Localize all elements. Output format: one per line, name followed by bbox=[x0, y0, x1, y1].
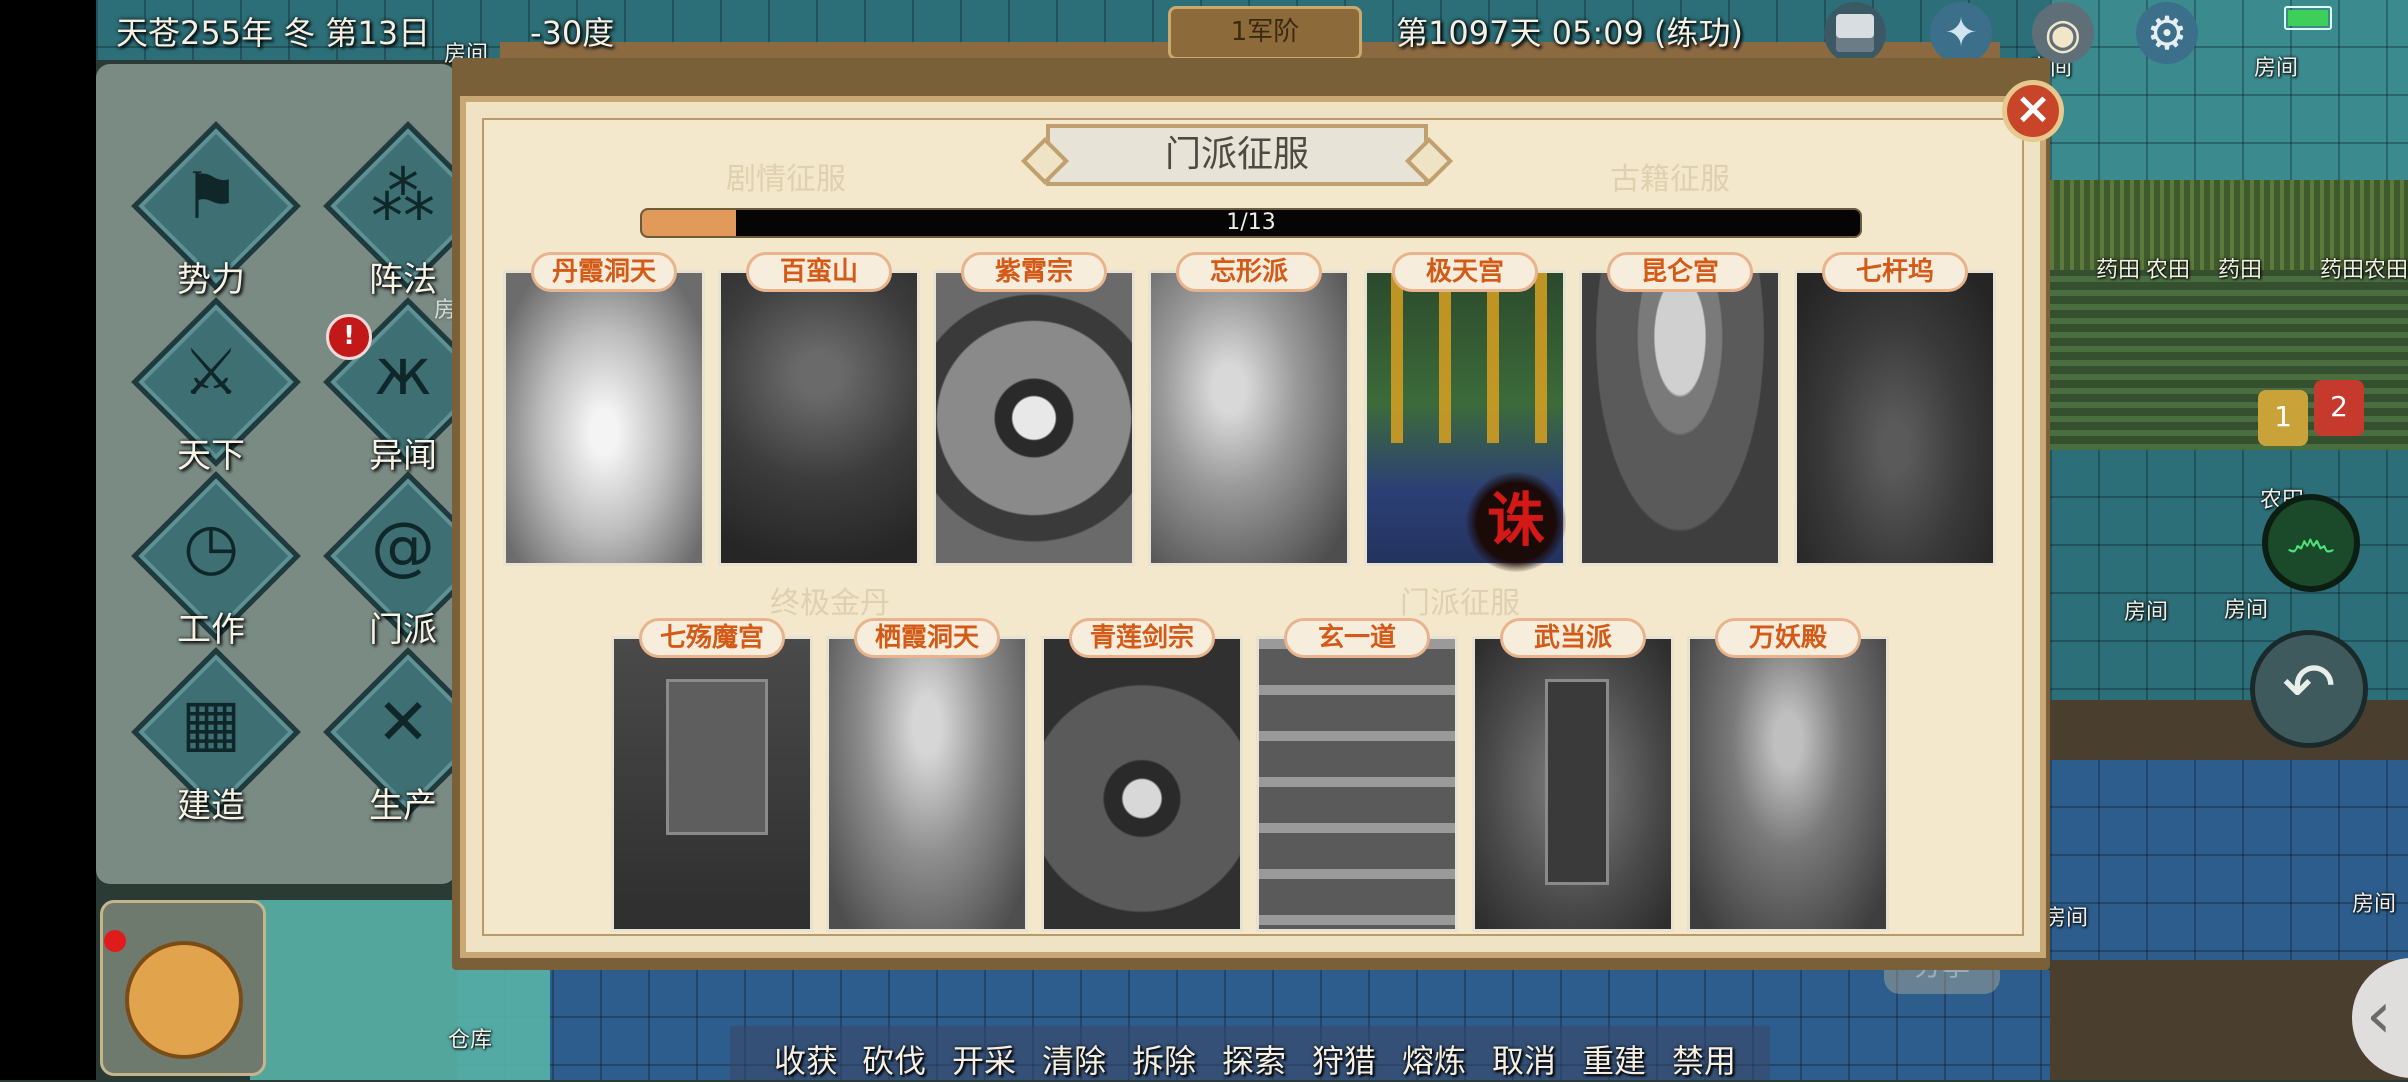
sect-card-qiqian[interactable] bbox=[1794, 270, 1996, 566]
rank-banner[interactable]: 1军阶 bbox=[1168, 6, 1362, 60]
room-label: 房间 bbox=[2044, 906, 2089, 931]
back-button[interactable]: ↶ bbox=[2250, 630, 2368, 748]
temperature: -30度 bbox=[530, 14, 615, 52]
room-label: 房间 bbox=[2352, 892, 2397, 917]
map-icon: ✦ bbox=[1944, 10, 1978, 56]
plaque-decoration bbox=[1545, 679, 1609, 885]
room-label: 房间 bbox=[2124, 600, 2169, 625]
farm-label: 药田 bbox=[2320, 258, 2365, 283]
action-rebuild[interactable]: 重建 bbox=[1582, 1036, 1646, 1082]
gourd-icon bbox=[125, 941, 243, 1059]
room-label: 房间 bbox=[2254, 56, 2299, 81]
sect-name: 忘形派 bbox=[1176, 252, 1322, 292]
day-time: 第1097天 05:09 (练功) bbox=[1396, 14, 1743, 52]
farm-label: 农田 bbox=[2146, 258, 2191, 283]
menu-gongzuo[interactable]: ◷ 工作 bbox=[126, 471, 301, 652]
banner-icon: ⚑ bbox=[182, 160, 240, 234]
gear-icon: ⚙ bbox=[2146, 6, 2188, 60]
sect-name: 玄一道 bbox=[1284, 618, 1430, 658]
farm-label: 药田 bbox=[2096, 258, 2141, 283]
build-icon: ▦ bbox=[180, 686, 242, 760]
sect-name: 青莲剑宗 bbox=[1069, 618, 1215, 658]
progress-text: 1/13 bbox=[1226, 210, 1276, 235]
action-mine[interactable]: 开采 bbox=[952, 1036, 1016, 1082]
sect-name: 七杆坞 bbox=[1822, 252, 1968, 292]
ghost-tab: 终极金丹 bbox=[770, 586, 890, 621]
room-label: 房间 bbox=[2224, 598, 2269, 623]
action-disable[interactable]: 禁用 bbox=[1672, 1036, 1736, 1082]
ghost-tab: 古籍征服 bbox=[1610, 162, 1730, 197]
sect-card-qixia[interactable] bbox=[826, 636, 1028, 932]
settings-button[interactable]: ⚙ bbox=[2136, 2, 2198, 64]
sect-card-danxia[interactable] bbox=[503, 270, 705, 566]
task-bubble-2[interactable]: 2 bbox=[2314, 380, 2364, 436]
conquered-seal: 诛 bbox=[1466, 472, 1566, 572]
sect-name: 昆仑宫 bbox=[1607, 252, 1753, 292]
close-button[interactable]: × bbox=[2002, 80, 2064, 142]
sect-name: 丹霞洞天 bbox=[531, 252, 677, 292]
sect-card-qishang[interactable] bbox=[611, 636, 813, 932]
room-floor bbox=[2050, 0, 2408, 200]
sect-card-baiman[interactable] bbox=[718, 270, 920, 566]
farm-label: 农田 bbox=[2364, 258, 2408, 283]
sect-name: 紫霄宗 bbox=[961, 252, 1107, 292]
menu-shili[interactable]: ⚑ 势力 bbox=[126, 121, 301, 302]
sect-card-xuanyi[interactable] bbox=[1256, 636, 1458, 932]
save-button[interactable] bbox=[1824, 2, 1886, 64]
menu-jianzao[interactable]: ▦ 建造 bbox=[126, 647, 301, 828]
gold-decoration bbox=[1367, 273, 1563, 443]
sect-name: 栖霞洞天 bbox=[854, 618, 1000, 658]
action-demolish[interactable]: 拆除 bbox=[1132, 1036, 1196, 1082]
ghost-tab: 剧情征服 bbox=[726, 162, 846, 197]
world-icon: ⚔ bbox=[182, 336, 240, 410]
sect-card-qinglian[interactable] bbox=[1041, 636, 1243, 932]
spiral-button[interactable]: ෴ bbox=[2262, 494, 2360, 592]
action-clear[interactable]: 清除 bbox=[1042, 1036, 1106, 1082]
map-button[interactable]: ✦ bbox=[1930, 2, 1992, 64]
action-smelt[interactable]: 熔炼 bbox=[1402, 1036, 1466, 1082]
stele-decoration bbox=[666, 679, 768, 835]
clock-icon: ◷ bbox=[183, 510, 239, 584]
battery-icon bbox=[2284, 6, 2332, 30]
sect-name: 万妖殿 bbox=[1715, 618, 1861, 658]
back-arrow-icon: ↶ bbox=[2282, 650, 2336, 724]
warehouse-label: 仓库 bbox=[448, 1028, 493, 1053]
floppy-icon bbox=[1836, 14, 1874, 52]
notification-dot bbox=[104, 930, 126, 952]
sect-card-kunlun[interactable] bbox=[1579, 270, 1781, 566]
room-floor bbox=[2050, 760, 2408, 960]
spiral-icon: ෴ bbox=[2286, 510, 2336, 570]
alert-badge: ! bbox=[326, 314, 372, 360]
gourd-button[interactable] bbox=[100, 900, 266, 1076]
close-icon: × bbox=[2014, 83, 2052, 134]
conquest-progress-bar: 1/13 bbox=[640, 208, 1862, 238]
sect-name: 武当派 bbox=[1500, 618, 1646, 658]
action-cancel[interactable]: 取消 bbox=[1492, 1036, 1556, 1082]
farm-label: 药田 bbox=[2218, 258, 2263, 283]
sect-card-wanyao[interactable] bbox=[1687, 636, 1889, 932]
menu-tianxia[interactable]: ⚔ 天下 bbox=[126, 297, 301, 478]
action-chop[interactable]: 砍伐 bbox=[862, 1036, 926, 1082]
sect-name: 极天宫 bbox=[1392, 252, 1538, 292]
ghost-tab: 门派征服 bbox=[1400, 586, 1520, 621]
palette-button[interactable]: ◉ bbox=[2032, 2, 2094, 64]
sect-card-zixiao[interactable] bbox=[933, 270, 1135, 566]
action-explore[interactable]: 探索 bbox=[1222, 1036, 1286, 1082]
action-harvest[interactable]: 收获 bbox=[774, 1036, 838, 1082]
sect-card-wudang[interactable] bbox=[1472, 636, 1674, 932]
dialog-title: 门派征服 bbox=[1046, 124, 1428, 186]
task-bubble-1[interactable]: 1 bbox=[2258, 390, 2308, 446]
sect-card-wangxing[interactable] bbox=[1148, 270, 1350, 566]
left-letterbox bbox=[0, 0, 96, 1080]
game-date: 天苍255年 冬 第13日 bbox=[116, 14, 431, 52]
palette-icon: ◉ bbox=[2044, 8, 2082, 58]
chevron-left-icon: ‹ bbox=[2366, 979, 2392, 1053]
sect-name: 百蛮山 bbox=[746, 252, 892, 292]
action-hunt[interactable]: 狩猎 bbox=[1312, 1036, 1376, 1082]
sect-name: 七殇魔宫 bbox=[639, 618, 785, 658]
